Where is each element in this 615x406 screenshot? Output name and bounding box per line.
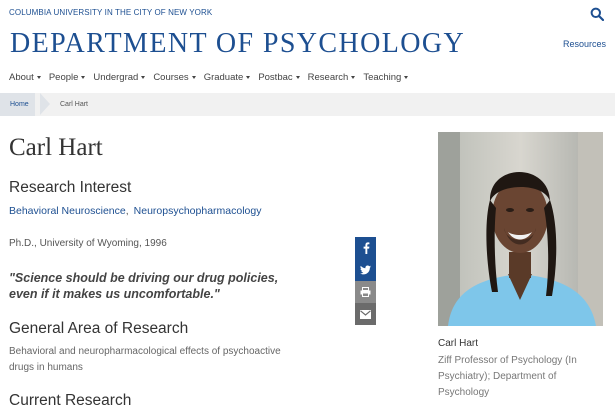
nav-item-undergrad[interactable]: Undergrad (93, 70, 146, 84)
university-link[interactable]: COLUMBIA UNIVERSITY IN THE CITY OF NEW Y… (9, 8, 212, 17)
nav-label: Undergrad (93, 71, 139, 83)
nav-item-people[interactable]: People (49, 70, 86, 84)
caret-down-icon (404, 75, 409, 79)
nav-item-research[interactable]: Research (308, 70, 356, 84)
email-icon (360, 309, 371, 319)
caret-down-icon (295, 75, 300, 79)
breadcrumb-arrow-icon (40, 93, 50, 115)
caption-title-line-2: Psychiatry); Department of (438, 371, 557, 382)
nav-item-graduate[interactable]: Graduate (204, 70, 251, 84)
breadcrumb-home[interactable]: Home (0, 93, 35, 116)
nav-label: Courses (153, 71, 189, 83)
main-nav: About People Undergrad Courses Graduate … (9, 70, 416, 84)
department-title[interactable]: DEPARTMENT OF PSYCHOLOGY (10, 28, 465, 60)
caption-title-line-1: Ziff Professor of Psychology (In (438, 355, 577, 366)
breadcrumb-current: Carl Hart (60, 101, 89, 108)
quote-line-1: "Science should be driving our drug poli… (9, 271, 279, 285)
research-interest-links: Behavioral Neuroscience, Neuropsychopharm… (9, 205, 261, 217)
nav-label: People (48, 71, 79, 83)
research-interest-heading: Research Interest (9, 179, 132, 196)
photo-caption-title: Ziff Professor of Psychology (In Psychia… (438, 353, 608, 401)
top-bar: COLUMBIA UNIVERSITY IN THE CITY OF NEW Y… (0, 0, 615, 26)
nav-item-about[interactable]: About (9, 70, 41, 84)
resources-link[interactable]: Resources (563, 39, 606, 49)
interest-link-behavioral-neuroscience[interactable]: Behavioral Neuroscience (9, 205, 126, 217)
twitter-share-button[interactable] (355, 259, 376, 281)
print-icon (360, 287, 371, 297)
general-area-line-1: Behavioral and neuropharmacological effe… (9, 346, 281, 357)
nav-item-teaching[interactable]: Teaching (363, 70, 409, 84)
general-area-heading: General Area of Research (9, 320, 189, 337)
degree-text: Ph.D., University of Wyoming, 1996 (9, 238, 167, 249)
facebook-icon (363, 242, 369, 254)
page-title: Carl Hart (9, 134, 103, 161)
nav-item-courses[interactable]: Courses (153, 70, 196, 84)
caret-down-icon (81, 75, 86, 79)
search-icon[interactable] (590, 7, 605, 22)
breadcrumb: Home Carl Hart (0, 93, 615, 116)
nav-label: Graduate (203, 71, 244, 83)
caption-title-line-3: Psychology (438, 387, 490, 398)
general-area-text: Behavioral and neuropharmacological effe… (9, 344, 329, 376)
print-button[interactable] (355, 281, 376, 303)
general-area-line-2: drugs in humans (9, 362, 83, 373)
nav-item-postbac[interactable]: Postbac (258, 70, 300, 84)
caret-down-icon (36, 75, 41, 79)
caret-down-icon (141, 75, 146, 79)
email-share-button[interactable] (355, 303, 376, 325)
interest-separator: , (125, 205, 129, 217)
caret-down-icon (191, 75, 196, 79)
nav-label: About (9, 71, 34, 83)
caret-down-icon (246, 75, 251, 79)
twitter-icon (360, 265, 371, 275)
interest-link-neuropsychopharmacology[interactable]: Neuropsychopharmacology (134, 205, 262, 217)
nav-label: Teaching (363, 71, 402, 83)
photo-caption-name: Carl Hart (438, 338, 479, 349)
facebook-share-button[interactable] (355, 237, 376, 259)
quote-line-2: even if it makes us uncomfortable." (9, 287, 220, 301)
nav-label: Research (307, 71, 349, 83)
profile-quote: "Science should be driving our drug poli… (9, 270, 329, 302)
profile-photo (438, 132, 603, 326)
current-research-heading: Current Research (9, 392, 132, 406)
caret-down-icon (351, 75, 356, 79)
nav-label: Postbac (258, 71, 293, 83)
